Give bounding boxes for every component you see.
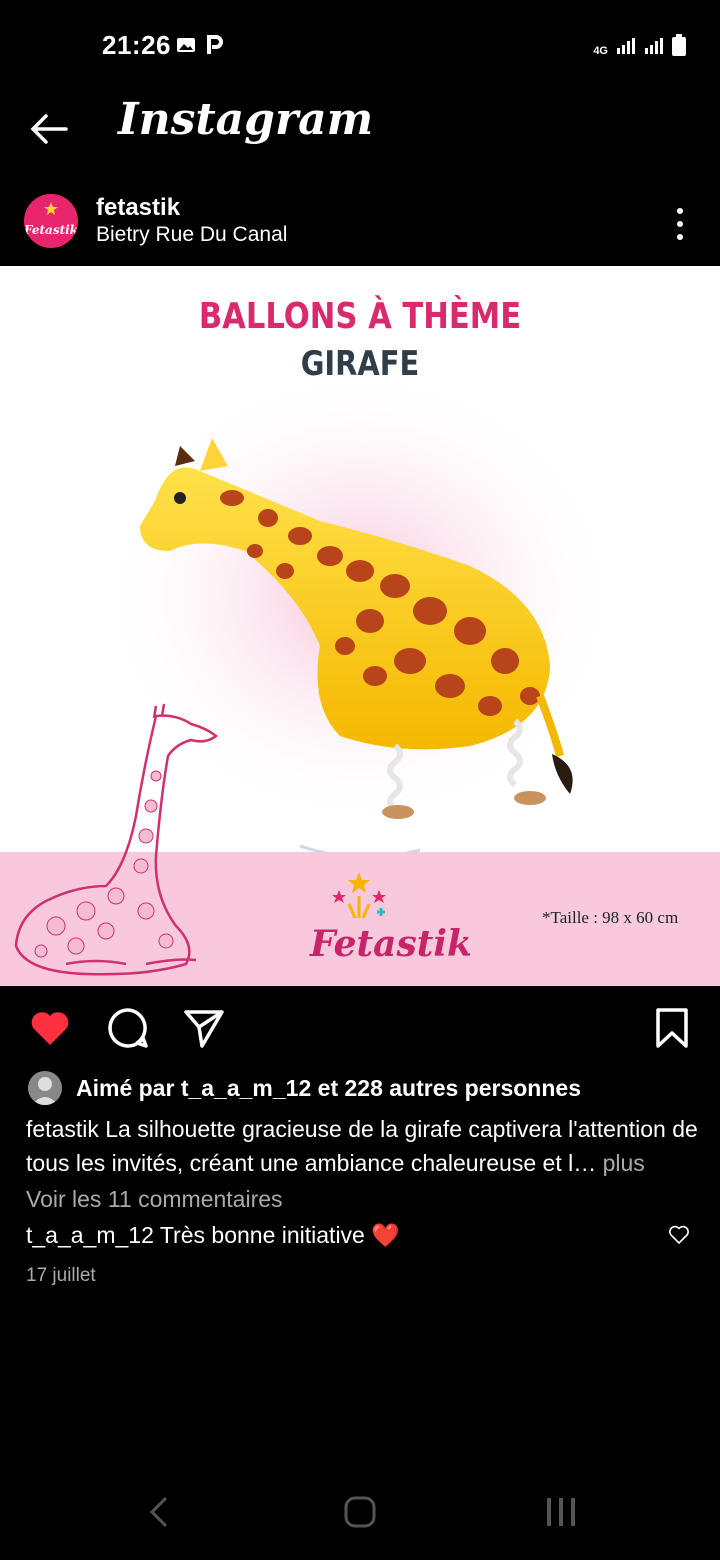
gallery-notification-icon	[177, 38, 195, 52]
share-icon[interactable]	[182, 1006, 226, 1050]
post-header: Fetastik fetastik Bietry Rue Du Canal	[0, 182, 720, 266]
status-time: 21:26	[102, 30, 171, 60]
profile-avatar[interactable]: Fetastik	[24, 194, 78, 248]
caption-more-link[interactable]: plus	[596, 1150, 645, 1176]
comment-icon[interactable]	[106, 1006, 150, 1050]
image-brand-text: Fetastik	[310, 923, 472, 965]
comment-username[interactable]: t_a_a_m_12	[26, 1222, 154, 1248]
comment-text: Très bonne initiative ❤️	[153, 1222, 400, 1248]
nav-recents-icon[interactable]	[541, 1492, 581, 1532]
system-nav-bar	[0, 1476, 720, 1560]
liker-avatar-image-icon	[28, 1071, 62, 1105]
parking-notification-icon	[207, 35, 223, 54]
signal-icon	[617, 38, 635, 54]
post-image[interactable]: BALLONS À THÈME GIRAFE Fetastik *Taille …	[0, 266, 720, 986]
back-arrow-icon[interactable]	[26, 106, 72, 152]
post-date: 17 juillet	[26, 1265, 96, 1286]
image-size-note: *Taille : 98 x 60 cm	[542, 908, 679, 927]
svg-text:Fetastik: Fetastik	[24, 223, 78, 237]
heart-outline-icon[interactable]	[668, 1224, 690, 1246]
liker-avatar[interactable]	[28, 1071, 62, 1105]
network-type-label: 4G	[593, 45, 608, 57]
post-username[interactable]: fetastik	[96, 194, 180, 222]
app-header: Instagram	[0, 92, 720, 178]
post-location[interactable]: Bietry Rue Du Canal	[96, 223, 287, 247]
status-bar: 21:26 4G	[0, 0, 720, 92]
sitting-giraffe-sketch	[14, 703, 219, 976]
comment-row: t_a_a_m_12 Très bonne initiative ❤️	[26, 1222, 400, 1249]
nav-home-icon[interactable]	[340, 1492, 380, 1532]
caption-username[interactable]: fetastik	[26, 1116, 99, 1142]
bookmark-icon[interactable]	[650, 1006, 694, 1050]
view-comments-link[interactable]: Voir les 11 commentaires	[26, 1186, 283, 1213]
heart-filled-icon[interactable]	[28, 1006, 72, 1050]
signal-icon-2	[645, 38, 663, 54]
nav-back-icon[interactable]	[140, 1492, 180, 1532]
more-vertical-icon[interactable]	[670, 206, 690, 242]
avatar-logo-icon: Fetastik	[24, 202, 78, 237]
battery-icon	[672, 34, 686, 56]
likes-text[interactable]: Aimé par t_a_a_m_12 et 228 autres person…	[76, 1075, 581, 1102]
post-actions	[0, 1000, 720, 1056]
app-title: Instagram	[118, 94, 374, 145]
post-caption[interactable]: fetastik La silhouette gracieuse de la g…	[26, 1112, 698, 1180]
brand-stars-logo-icon	[332, 872, 386, 919]
likes-row[interactable]: Aimé par t_a_a_m_12 et 228 autres person…	[28, 1068, 581, 1108]
